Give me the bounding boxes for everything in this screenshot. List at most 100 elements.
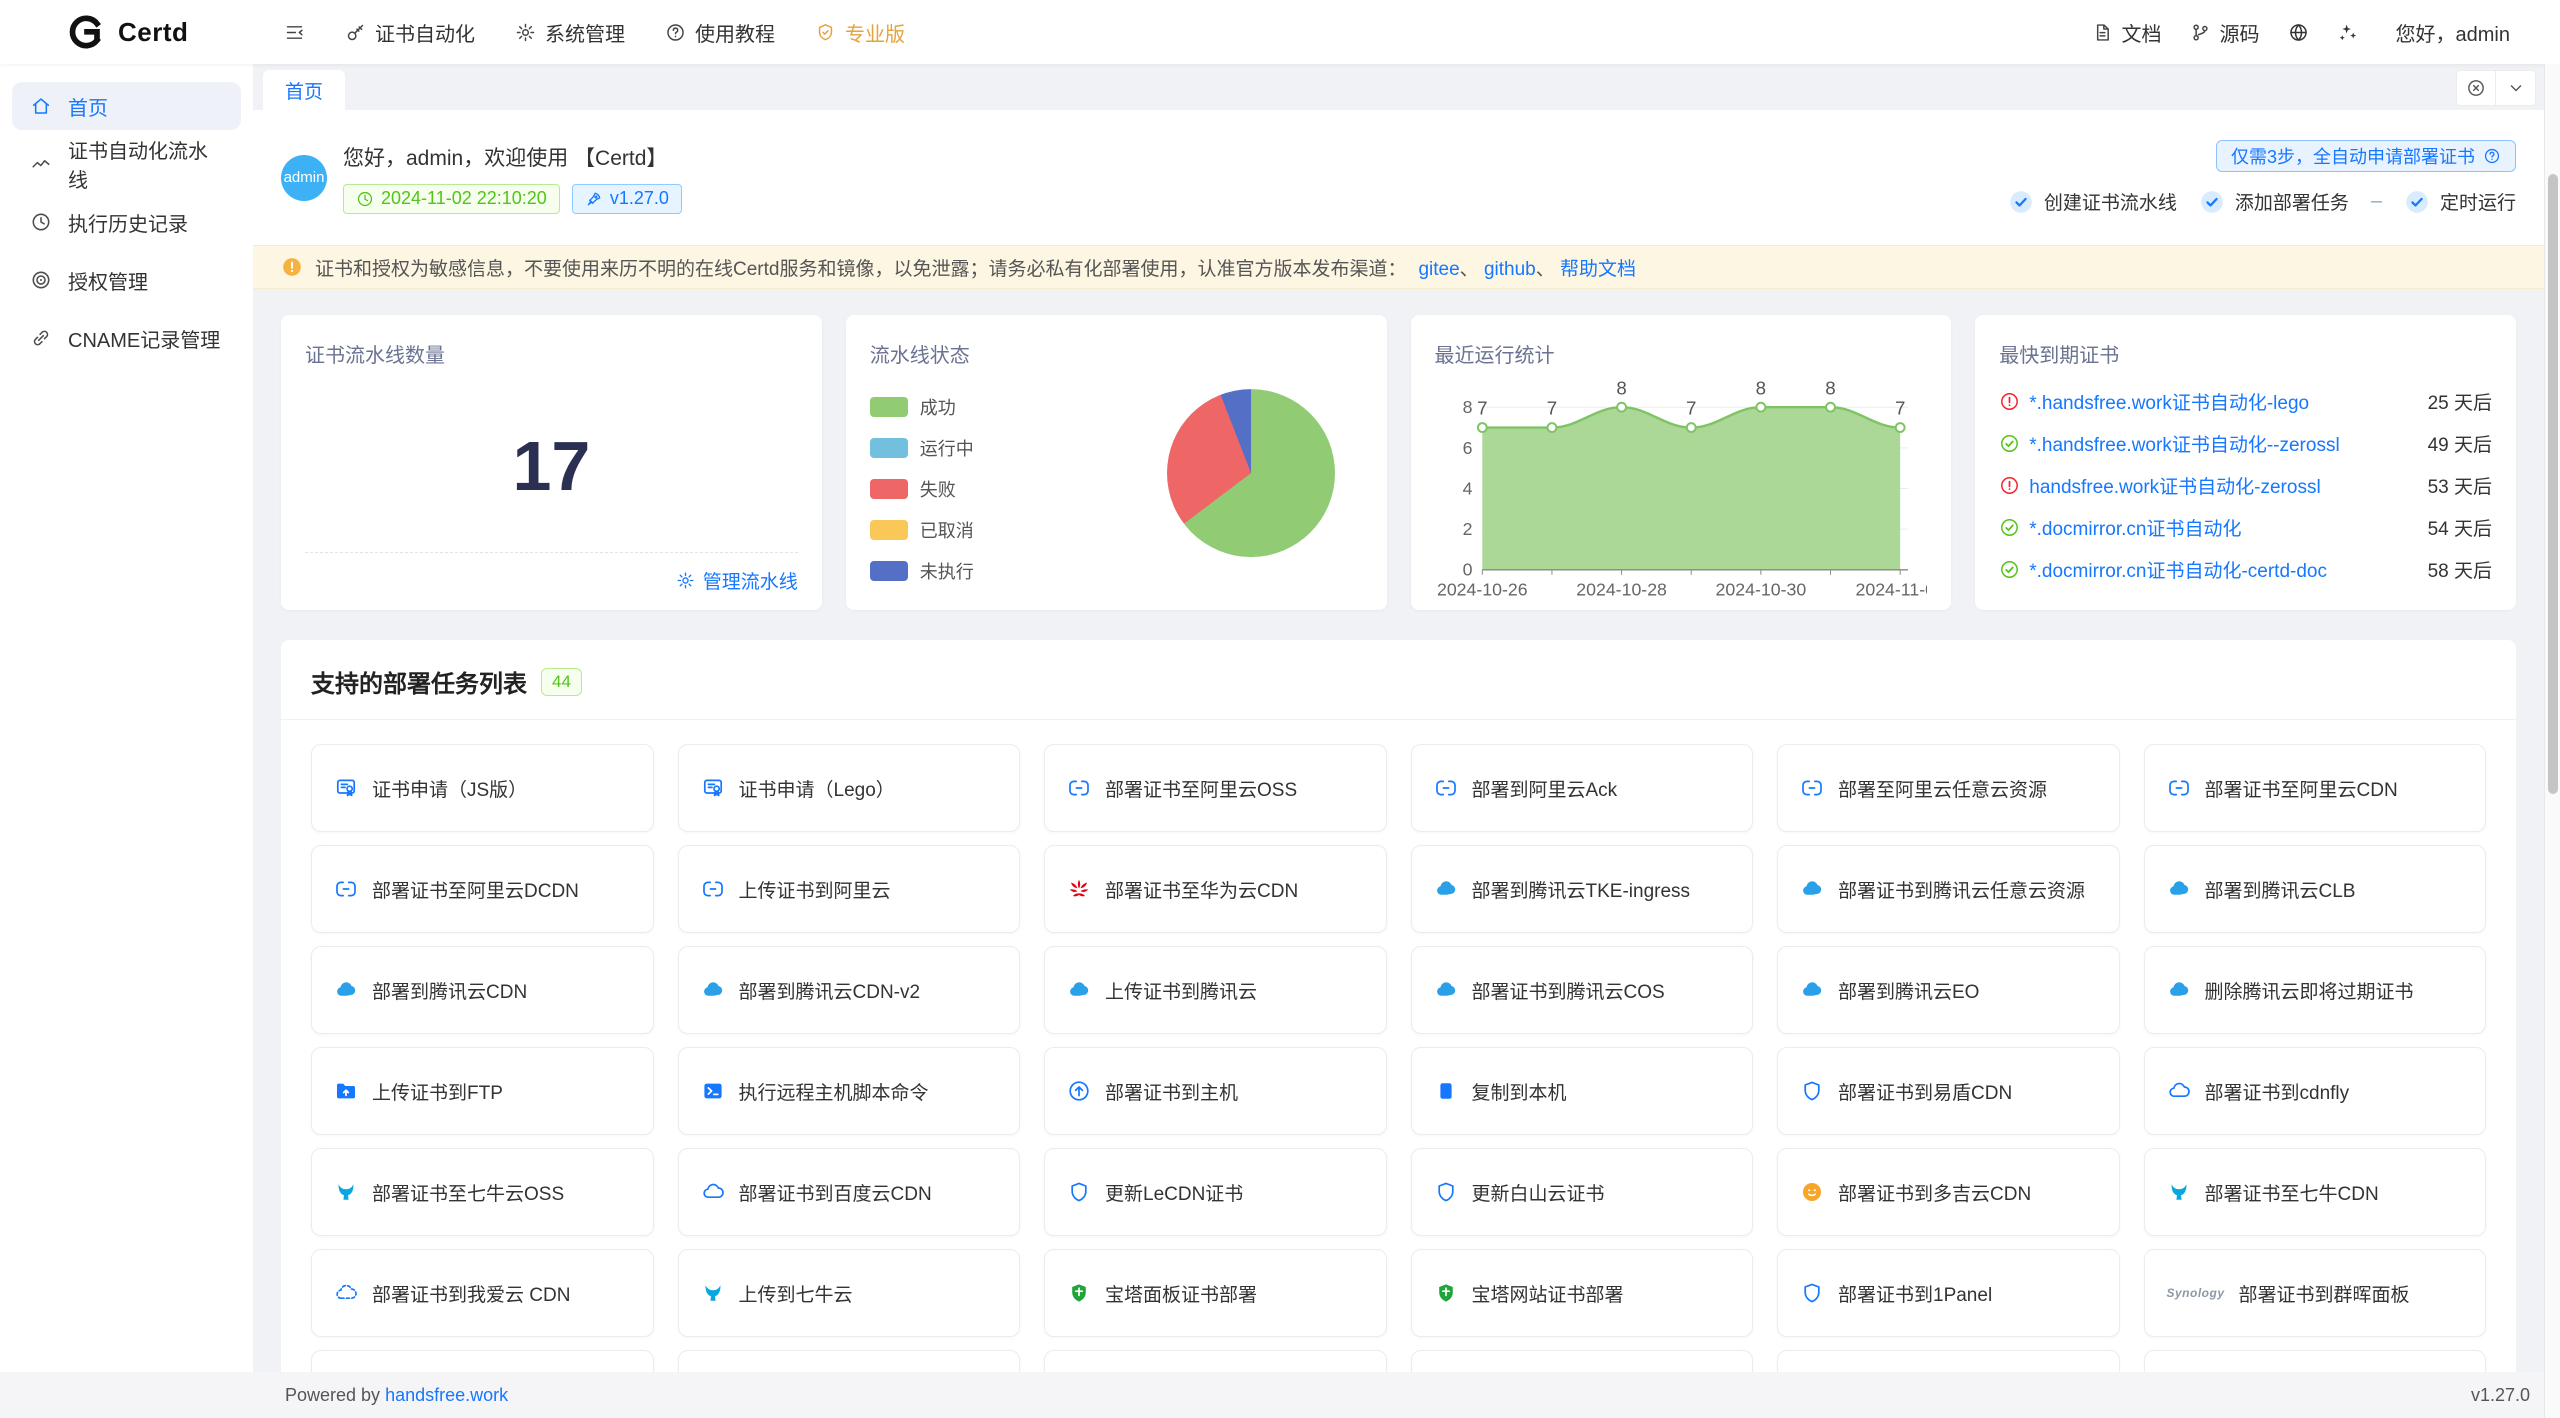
task-card-上传证书到阿里云[interactable]: 上传证书到阿里云 (678, 845, 1021, 933)
nav-item-证书自动化[interactable]: 证书自动化 (328, 0, 492, 64)
cert-name-link[interactable]: *.handsfree.work证书自动化-lego (2029, 388, 2410, 415)
user-greeting[interactable]: 您好，admin (2382, 0, 2524, 64)
task-card-复制到本机[interactable]: 复制到本机 (1411, 1047, 1754, 1135)
sidebar-item-授权管理[interactable]: 授权管理 (12, 256, 241, 304)
task-card-部署证书至阿里云OSS[interactable]: 部署证书至阿里云OSS (1044, 744, 1387, 832)
scrollbar-track[interactable] (2544, 64, 2560, 1418)
task-card-部署证书到腾讯云任意云资源[interactable]: 部署证书到腾讯云任意云资源 (1777, 845, 2120, 933)
task-card-clipped[interactable] (1411, 1350, 1754, 1372)
sidebar-item-首页[interactable]: 首页 (12, 82, 241, 130)
steps-tip-tag[interactable]: 仅需3步，全自动申请部署证书 (2216, 140, 2516, 172)
legend-item-未执行[interactable]: 未执行 (870, 558, 1363, 584)
avatar[interactable]: admin (281, 155, 327, 201)
task-card-宝塔面板证书部署[interactable]: 宝塔面板证书部署 (1044, 1249, 1387, 1337)
cert-name-link[interactable]: *.handsfree.work证书自动化--zerossl (2029, 430, 2410, 457)
task-card-执行远程主机脚本命令[interactable]: 执行远程主机脚本命令 (678, 1047, 1021, 1135)
task-card-clipped[interactable] (678, 1350, 1021, 1372)
task-card-部署证书到群晖面板[interactable]: Synology部署证书到群晖面板 (2144, 1249, 2487, 1337)
task-card-clipped[interactable] (1044, 1350, 1387, 1372)
task-card-部署到腾讯云CDN-v2[interactable]: 部署到腾讯云CDN-v2 (678, 946, 1021, 1034)
task-label: 部署证书到易盾CDN (1838, 1078, 2012, 1105)
task-card-更新白山云证书[interactable]: 更新白山云证书 (1411, 1148, 1754, 1236)
nav-item-系统管理[interactable]: 系统管理 (498, 0, 642, 64)
svg-text:2024-10-30: 2024-10-30 (1715, 579, 1806, 599)
nav-item-专业版[interactable]: 专业版 (798, 0, 922, 64)
scrollbar-thumb[interactable] (2548, 174, 2558, 794)
task-label: 部署到阿里云Ack (1472, 775, 1618, 802)
task-label: 部署证书到腾讯云任意云资源 (1838, 876, 2085, 903)
task-card-证书申请（Lego）[interactable]: 证书申请（Lego） (678, 744, 1021, 832)
svg-text:7: 7 (1477, 398, 1487, 419)
task-card-部署证书到我爱云 CDN[interactable]: 部署证书到我爱云 CDN (311, 1249, 654, 1337)
task-card-部署证书到1Panel[interactable]: 部署证书到1Panel (1777, 1249, 2120, 1337)
svg-text:7: 7 (1686, 398, 1696, 419)
alert-link-帮助文档[interactable]: 帮助文档 (1560, 259, 1636, 280)
task-card-部署至阿里云任意云资源[interactable]: 部署至阿里云任意云资源 (1777, 744, 2120, 832)
task-card-删除腾讯云即将过期证书[interactable]: 删除腾讯云即将过期证书 (2144, 946, 2487, 1034)
task-card-上传到七牛云[interactable]: 上传到七牛云 (678, 1249, 1021, 1337)
setup-step-1: 创建证书流水线 (2008, 188, 2177, 215)
task-card-部署证书到百度云CDN[interactable]: 部署证书到百度云CDN (678, 1148, 1021, 1236)
cert-name-link[interactable]: handsfree.work证书自动化-zerossl (2029, 472, 2410, 499)
handsfree-link[interactable]: handsfree.work (385, 1385, 508, 1406)
sidebar-item-CNAME记录管理[interactable]: CNAME记录管理 (12, 314, 241, 362)
task-card-部署证书至阿里云DCDN[interactable]: 部署证书至阿里云DCDN (311, 845, 654, 933)
sidebar: 首页证书自动化流水线执行历史记录授权管理 CNAME记录管理 (0, 64, 253, 1372)
cloud-icon (2167, 1079, 2191, 1103)
task-card-clipped[interactable] (311, 1350, 654, 1372)
task-card-宝塔网站证书部署[interactable]: 宝塔网站证书部署 (1411, 1249, 1754, 1337)
task-label: 复制到本机 (1472, 1078, 1567, 1105)
task-card-部署证书到多吉云CDN[interactable]: 部署证书到多吉云CDN (1777, 1148, 2120, 1236)
sidebar-item-证书自动化流水线[interactable]: 证书自动化流水线 (12, 140, 241, 188)
task-card-clipped[interactable] (2144, 1350, 2487, 1372)
rocket-icon (585, 190, 603, 208)
nav-item-sparkles-icon[interactable] (2323, 0, 2372, 64)
task-label: 部署至阿里云任意云资源 (1838, 775, 2047, 802)
task-card-部署到阿里云Ack[interactable]: 部署到阿里云Ack (1411, 744, 1754, 832)
task-card-部署证书至阿里云CDN[interactable]: 部署证书至阿里云CDN (2144, 744, 2487, 832)
task-label: 部署证书到主机 (1105, 1078, 1238, 1105)
task-card-部署到腾讯云CDN[interactable]: 部署到腾讯云CDN (311, 946, 654, 1034)
task-card-部署证书到腾讯云COS[interactable]: 部署证书到腾讯云COS (1411, 946, 1754, 1034)
task-card-部署到腾讯云TKE-ingress[interactable]: 部署到腾讯云TKE-ingress (1411, 845, 1754, 933)
task-label: 部署证书至华为云CDN (1105, 876, 1298, 903)
task-card-部署到腾讯云EO[interactable]: 部署到腾讯云EO (1777, 946, 2120, 1034)
tab-close-button[interactable] (2456, 70, 2496, 106)
alert-link-gitee[interactable]: gitee (1418, 259, 1459, 280)
task-card-上传证书到腾讯云[interactable]: 上传证书到腾讯云 (1044, 946, 1387, 1034)
task-card-上传证书到FTP[interactable]: 上传证书到FTP (311, 1047, 654, 1135)
nav-item-fold[interactable] (267, 0, 322, 64)
nav-item-使用教程[interactable]: 使用教程 (648, 0, 792, 64)
sidebar-item-执行历史记录[interactable]: 执行历史记录 (12, 198, 241, 246)
task-card-部署证书至七牛云OSS[interactable]: 部署证书至七牛云OSS (311, 1148, 654, 1236)
task-card-部署证书到cdnfly[interactable]: 部署证书到cdnfly (2144, 1047, 2487, 1135)
task-card-证书申请（JS版）[interactable]: 证书申请（JS版） (311, 744, 654, 832)
target-icon (30, 269, 52, 291)
task-card-部署证书到主机[interactable]: 部署证书到主机 (1044, 1047, 1387, 1135)
svg-text:2024-10-28: 2024-10-28 (1576, 579, 1667, 599)
tencent-cloud-icon (2167, 978, 2191, 1002)
task-card-更新LeCDN证书[interactable]: 更新LeCDN证书 (1044, 1148, 1387, 1236)
sidebar-item-label: 执行历史记录 (68, 208, 188, 237)
brand[interactable]: Certd (0, 12, 253, 52)
nav-item-文档[interactable]: 文档 (2078, 0, 2176, 64)
task-card-部署证书至七牛CDN[interactable]: 部署证书至七牛CDN (2144, 1148, 2487, 1236)
cert-name-link[interactable]: *.docmirror.cn证书自动化-certd-doc (2029, 556, 2410, 583)
task-card-部署到腾讯云CLB[interactable]: 部署到腾讯云CLB (2144, 845, 2487, 933)
task-card-clipped[interactable] (1777, 1350, 2120, 1372)
tab-home[interactable]: 首页 (263, 70, 345, 110)
tencent-cloud-icon (1800, 978, 1824, 1002)
manage-pipelines-link[interactable]: 管理流水线 (676, 567, 798, 594)
tab-menu-button[interactable] (2496, 70, 2536, 106)
task-card-部署证书至华为云CDN[interactable]: 部署证书至华为云CDN (1044, 845, 1387, 933)
chevron-down-icon (2506, 78, 2526, 98)
legend-swatch (870, 561, 908, 581)
task-card-部署证书到易盾CDN[interactable]: 部署证书到易盾CDN (1777, 1047, 2120, 1135)
cert-name-link[interactable]: *.docmirror.cn证书自动化 (2029, 514, 2410, 541)
svg-text:8: 8 (1616, 377, 1626, 398)
nav-item-源码[interactable]: 源码 (2176, 0, 2274, 64)
task-label: 部署证书到cdnfly (2205, 1078, 2350, 1105)
nav-item-globe-icon[interactable] (2274, 0, 2323, 64)
close-circle-icon (2466, 78, 2486, 98)
alert-link-github[interactable]: github (1484, 259, 1536, 280)
